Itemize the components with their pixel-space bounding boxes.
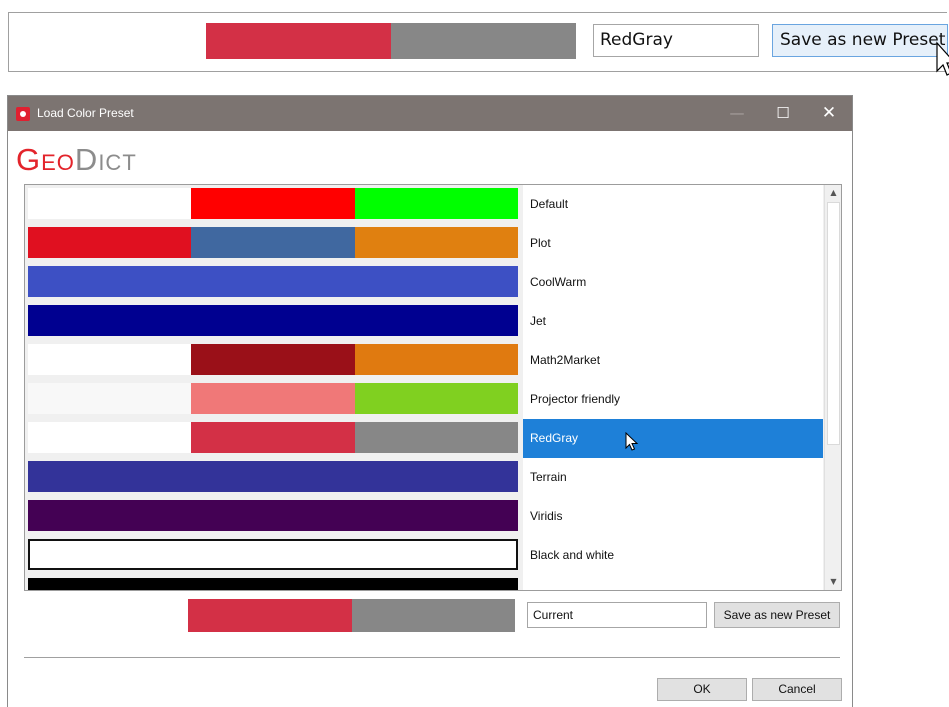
- save-as-new-preset-button[interactable]: Save as new Preset: [714, 602, 840, 628]
- load-color-preset-dialog: Load Color Preset — ☐ ✕ GEODICT Default P…: [7, 95, 853, 707]
- preset-list[interactable]: Default Plot CoolWarm Jet Math2Market Project…: [24, 184, 842, 591]
- swatch-color: [192, 541, 354, 568]
- preset-swatch[interactable]: [28, 188, 518, 219]
- preset-list-item[interactable]: Math2Market: [523, 341, 823, 380]
- current-preset-name-field[interactable]: Current: [527, 602, 707, 628]
- preset-list-item[interactable]: RedGray: [523, 419, 823, 458]
- swatch-color: [354, 188, 518, 219]
- preset-list-item[interactable]: Plot: [523, 224, 823, 263]
- preset-swatch[interactable]: [28, 344, 518, 375]
- preset-list-item[interactable]: Jet: [523, 302, 823, 341]
- swatch-color: [28, 383, 192, 414]
- swatch-color: [21, 23, 206, 59]
- preset-list-item[interactable]: Default: [523, 185, 823, 224]
- minimize-button[interactable]: —: [714, 96, 760, 131]
- swatch-color: [351, 599, 515, 632]
- vertical-scrollbar[interactable]: ▲ ▼: [824, 185, 841, 590]
- swatch-color: [25, 599, 189, 632]
- preset-swatch[interactable]: [28, 227, 518, 258]
- swatch-color: [354, 578, 518, 590]
- color-swatch-preview: [21, 23, 576, 59]
- preset-swatch[interactable]: [28, 500, 518, 531]
- swatch-color: [191, 578, 355, 590]
- swatch-color: [28, 227, 192, 258]
- swatch-color: [191, 383, 355, 414]
- preset-swatch[interactable]: [28, 422, 518, 453]
- preset-swatch-column: [25, 185, 523, 590]
- swatch-color: [191, 305, 355, 336]
- close-button[interactable]: ✕: [806, 96, 852, 131]
- swatch-color: [28, 305, 192, 336]
- swatch-color: [354, 266, 518, 297]
- preset-list-item[interactable]: [523, 575, 823, 590]
- preset-list-item[interactable]: Projector friendly: [523, 380, 823, 419]
- preset-list-item[interactable]: Black and white: [523, 536, 823, 575]
- preset-swatch[interactable]: [28, 266, 518, 297]
- preset-swatch[interactable]: [28, 461, 518, 492]
- maximize-button[interactable]: ☐: [760, 96, 806, 131]
- swatch-color: [354, 500, 518, 531]
- swatch-color: [191, 461, 355, 492]
- swatch-color: [30, 541, 192, 568]
- preset-list-item[interactable]: Viridis: [523, 497, 823, 536]
- geodict-logo: GEODICT: [16, 142, 137, 177]
- divider: [24, 657, 840, 659]
- scrollbar-thumb[interactable]: [827, 202, 840, 445]
- swatch-color: [191, 227, 355, 258]
- preset-list-item[interactable]: CoolWarm: [523, 263, 823, 302]
- preset-list-item[interactable]: Terrain: [523, 458, 823, 497]
- window-title: Load Color Preset: [37, 106, 134, 120]
- swatch-color: [354, 344, 518, 375]
- preset-swatch[interactable]: [28, 539, 518, 570]
- swatch-color: [354, 541, 516, 568]
- swatch-color: [28, 500, 192, 531]
- swatch-color: [391, 23, 576, 59]
- swatch-color: [354, 461, 518, 492]
- mouse-cursor-icon: [625, 432, 639, 451]
- save-as-new-preset-button[interactable]: Save as new Preset: [772, 24, 948, 57]
- swatch-color: [28, 266, 192, 297]
- swatch-color: [28, 461, 192, 492]
- swatch-color: [206, 23, 391, 59]
- title-bar[interactable]: Load Color Preset — ☐ ✕: [8, 96, 852, 131]
- mouse-cursor-icon: [936, 41, 949, 76]
- swatch-color: [28, 188, 192, 219]
- preset-swatch[interactable]: [28, 383, 518, 414]
- scroll-up-arrow-icon[interactable]: ▲: [825, 185, 841, 201]
- swatch-color: [354, 383, 518, 414]
- geodict-app-icon: [16, 107, 30, 121]
- ok-button[interactable]: OK: [657, 678, 747, 701]
- swatch-color: [354, 305, 518, 336]
- swatch-color: [188, 599, 352, 632]
- preset-editor-strip: RedGray Save as new Preset: [8, 12, 949, 76]
- swatch-color: [28, 422, 192, 453]
- preset-name-column: Default Plot CoolWarm Jet Math2Market Project…: [523, 185, 823, 590]
- swatch-color: [28, 578, 192, 590]
- swatch-color: [354, 422, 518, 453]
- preset-swatch[interactable]: [28, 578, 518, 590]
- swatch-color: [191, 188, 355, 219]
- swatch-color: [191, 422, 355, 453]
- scroll-down-arrow-icon[interactable]: ▼: [825, 574, 841, 590]
- preset-swatch[interactable]: [28, 305, 518, 336]
- cancel-button[interactable]: Cancel: [752, 678, 842, 701]
- current-swatch-preview: [25, 599, 515, 632]
- preset-name-field[interactable]: RedGray: [593, 24, 759, 57]
- swatch-color: [354, 227, 518, 258]
- swatch-color: [191, 500, 355, 531]
- swatch-color: [191, 344, 355, 375]
- swatch-color: [28, 344, 192, 375]
- swatch-color: [191, 266, 355, 297]
